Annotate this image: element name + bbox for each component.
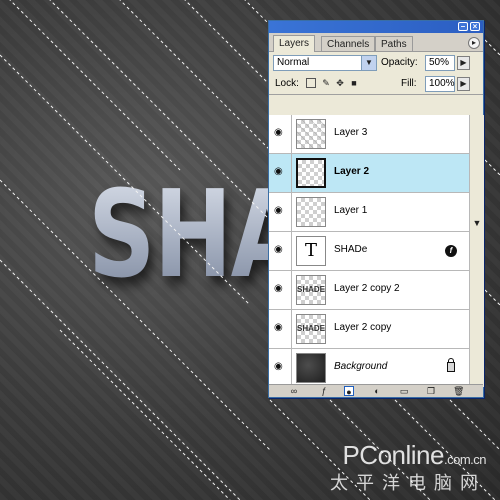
layer-row-layer-2[interactable]: ◉ Layer 2 bbox=[269, 154, 469, 193]
panel-bottom-toolbar: ∞ ƒ ● ◐ ▭ ❐ 🗑 bbox=[269, 384, 483, 397]
layer-row-layer-2-copy[interactable]: ◉ SHADE Layer 2 copy bbox=[269, 310, 469, 349]
selection-edge bbox=[184, 0, 276, 91]
trash-icon[interactable]: 🗑 bbox=[453, 386, 464, 396]
watermark-brand: PConline.com.cn bbox=[330, 440, 486, 471]
selection-edge bbox=[484, 159, 500, 176]
divider bbox=[291, 232, 292, 270]
selection-edge bbox=[59, 329, 231, 500]
blend-mode-value: Normal bbox=[277, 57, 310, 68]
layer-row-layer-1[interactable]: ◉ Layer 1 bbox=[269, 193, 469, 232]
thumbnail-text: SHADE bbox=[297, 324, 326, 333]
link-layers-icon[interactable]: ∞ bbox=[289, 386, 299, 396]
eye-icon[interactable]: ◉ bbox=[274, 362, 286, 372]
eye-icon[interactable]: ◉ bbox=[274, 128, 286, 138]
blend-mode-select[interactable]: Normal ▼ bbox=[273, 55, 377, 71]
eye-icon[interactable]: ◉ bbox=[274, 323, 286, 333]
opacity-label: Opacity: bbox=[381, 57, 418, 68]
close-icon[interactable]: × bbox=[470, 22, 480, 31]
layer-thumbnail bbox=[296, 119, 326, 149]
layer-name[interactable]: Background bbox=[334, 361, 387, 372]
text-layer-thumbnail: T bbox=[296, 236, 326, 266]
lock-position-icon[interactable]: ✥ bbox=[335, 78, 345, 88]
layer-row-layer-3[interactable]: ◉ Layer 3 bbox=[269, 115, 469, 154]
fill-input[interactable]: 100% bbox=[425, 76, 455, 92]
layer-name[interactable]: Layer 2 copy 2 bbox=[334, 283, 400, 294]
panel-tabs: Layers Channels Paths ▸ bbox=[269, 33, 483, 52]
new-group-icon[interactable]: ▭ bbox=[399, 386, 409, 396]
panel-menu-icon[interactable]: ▸ bbox=[468, 37, 480, 49]
selection-edge bbox=[484, 289, 500, 306]
add-layer-style-icon[interactable]: ƒ bbox=[319, 386, 329, 396]
layer-row-background[interactable]: ◉ Background bbox=[269, 349, 469, 387]
watermark-brand-chinese: 太平洋电脑网 bbox=[330, 473, 486, 494]
eye-icon[interactable]: ◉ bbox=[274, 284, 286, 294]
layer-row-layer-2-copy-2[interactable]: ◉ SHADE Layer 2 copy 2 bbox=[269, 271, 469, 310]
lock-transparent-pixels-icon[interactable] bbox=[306, 78, 316, 88]
divider bbox=[291, 310, 292, 348]
layer-row-shade-text[interactable]: ◉ T SHADe f bbox=[269, 232, 469, 271]
blend-opacity-row: Normal ▼ Opacity: 50% ▶ bbox=[269, 52, 483, 74]
eye-icon[interactable]: ◉ bbox=[274, 206, 286, 216]
selection-edge bbox=[119, 0, 276, 156]
lock-label: Lock: bbox=[275, 78, 299, 89]
layer-effects-icon[interactable]: f bbox=[445, 245, 457, 257]
thumbnail-diagonal-pattern bbox=[297, 120, 325, 148]
layers-panel: – × Layers Channels Paths ▸ Normal ▼ Opa… bbox=[268, 20, 484, 398]
layers-list: ◉ Layer 3 ◉ Layer 2 ◉ Layer 1 ◉ T SHADe … bbox=[269, 115, 469, 387]
divider bbox=[291, 115, 292, 153]
minimize-icon[interactable]: – bbox=[458, 22, 468, 31]
selection-edge bbox=[49, 0, 276, 226]
watermark-brand-domain: .com.cn bbox=[443, 452, 487, 467]
eye-icon[interactable]: ◉ bbox=[274, 245, 286, 255]
tab-channels[interactable]: Channels bbox=[321, 36, 376, 51]
lock-icon bbox=[447, 358, 455, 372]
lock-image-pixels-icon[interactable]: ✎ bbox=[321, 78, 331, 88]
layers-scrollbar[interactable]: ▼ bbox=[469, 115, 484, 387]
divider bbox=[291, 271, 292, 309]
tab-layers[interactable]: Layers bbox=[273, 35, 316, 52]
layer-thumbnail: SHADE bbox=[296, 314, 326, 344]
layer-thumbnail bbox=[296, 353, 326, 383]
eye-icon[interactable]: ◉ bbox=[274, 167, 286, 177]
adjustment-layer-icon[interactable]: ◐ bbox=[372, 386, 382, 396]
layer-name[interactable]: Layer 2 bbox=[334, 166, 369, 177]
layer-thumbnail: SHADE bbox=[296, 275, 326, 305]
selection-edge bbox=[0, 179, 271, 451]
lock-fill-row: Lock: ✎ ✥ ■ Fill: 100% ▶ bbox=[269, 74, 483, 95]
divider bbox=[291, 154, 292, 192]
layer-name[interactable]: Layer 3 bbox=[334, 127, 367, 138]
watermark: PConline.com.cn 太平洋电脑网 bbox=[330, 440, 487, 495]
layer-thumbnail bbox=[296, 158, 326, 188]
layer-name[interactable]: SHADe bbox=[334, 244, 367, 255]
panel-titlebar[interactable]: – × bbox=[269, 21, 483, 33]
opacity-slider-arrow-icon[interactable]: ▶ bbox=[457, 56, 470, 70]
lock-all-icon[interactable]: ■ bbox=[349, 78, 359, 88]
divider bbox=[291, 193, 292, 231]
divider bbox=[291, 349, 292, 387]
tab-paths[interactable]: Paths bbox=[375, 36, 413, 51]
chevron-down-icon[interactable]: ▼ bbox=[361, 56, 376, 70]
new-layer-icon[interactable]: ❐ bbox=[426, 386, 436, 396]
scroll-down-arrow-icon[interactable]: ▼ bbox=[471, 218, 483, 228]
selection-edge bbox=[484, 39, 500, 56]
add-layer-mask-icon[interactable]: ● bbox=[344, 386, 354, 397]
layer-name[interactable]: Layer 1 bbox=[334, 205, 367, 216]
fill-label: Fill: bbox=[401, 78, 417, 89]
selection-edge bbox=[0, 259, 241, 500]
layer-thumbnail bbox=[296, 197, 326, 227]
opacity-input[interactable]: 50% bbox=[425, 55, 455, 71]
thumbnail-text: SHADE bbox=[297, 285, 326, 294]
layer-name[interactable]: Layer 2 copy bbox=[334, 322, 391, 333]
fill-slider-arrow-icon[interactable]: ▶ bbox=[457, 77, 470, 91]
watermark-brand-main: PConline bbox=[342, 440, 444, 470]
